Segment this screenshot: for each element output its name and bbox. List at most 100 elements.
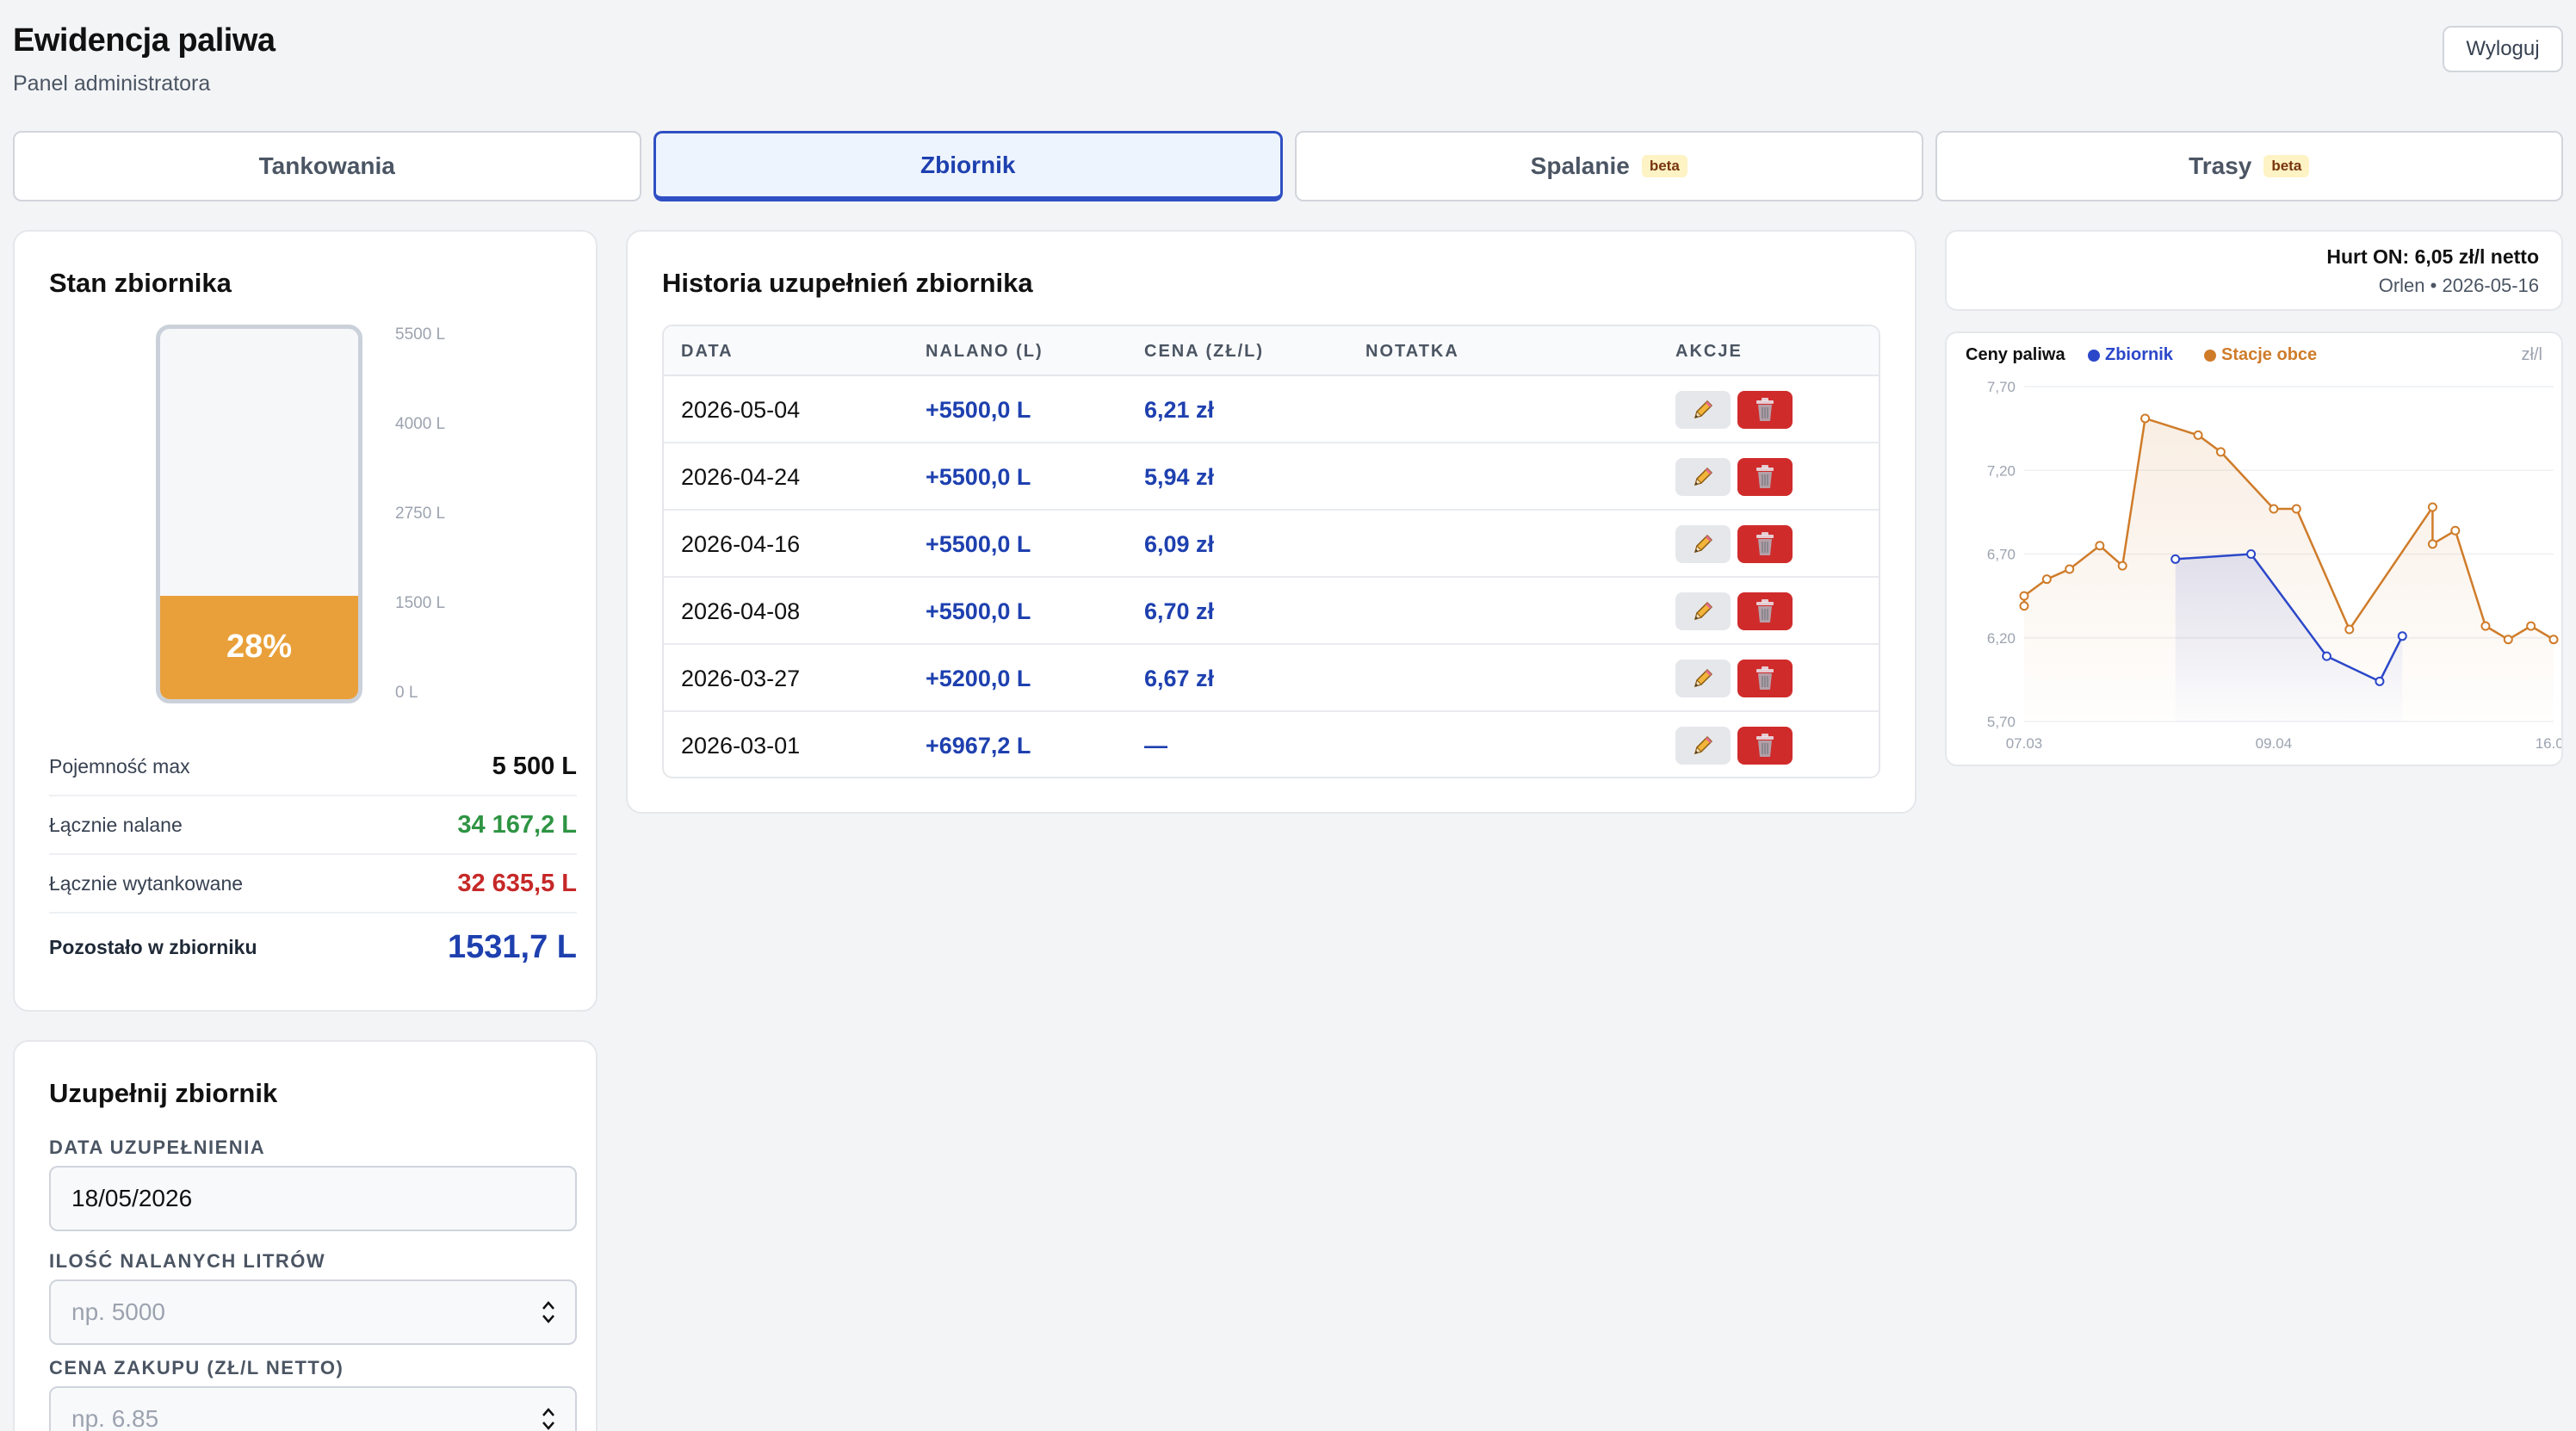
stat-label: Pojemność max (49, 754, 190, 777)
data-point (2427, 502, 2437, 512)
delete-button[interactable] (1737, 458, 1793, 496)
cell-price: 6,70 zł (1144, 598, 1215, 624)
delete-button[interactable] (1737, 592, 1793, 630)
data-point (2193, 430, 2203, 440)
pencil-icon (1694, 534, 1713, 554)
delete-button[interactable] (1737, 391, 1793, 429)
table-row: 2026-03-27 +5200,0 L 6,67 zł (664, 645, 1879, 712)
cell-date: 2026-04-08 (681, 598, 801, 624)
tank-status-card: Stan zbiornika 28% 5500 L 4000 L 2750 L … (13, 230, 598, 1012)
stat-remaining: Pozostało w zbiorniku 1531,7 L (49, 914, 577, 981)
refill-form-card: Uzupełnij zbiornik DATA UZUPEŁNIENIA 18/… (13, 1040, 598, 1431)
edit-button[interactable] (1675, 391, 1731, 429)
price-field[interactable]: np. 6.85 (49, 1386, 577, 1431)
cell-price: 6,67 zł (1144, 665, 1215, 691)
date-field[interactable]: 18/05/2026 (49, 1166, 577, 1231)
data-point (2321, 651, 2331, 661)
data-point (2450, 525, 2461, 536)
fuel-price-chart-card: 7,70 7,20 6,70 6,20 5,70 07.03 09.04 16.05 Ceny… (1945, 331, 2563, 766)
history-title: Historia uzupełnień zbiornika (662, 268, 1033, 298)
pencil-icon (1694, 400, 1713, 419)
price-placeholder: np. 6.85 (71, 1405, 159, 1431)
tank-scale-label: 1500 L (395, 594, 446, 612)
data-point (2397, 631, 2407, 641)
tab-spalanie[interactable]: Spalanie beta (1295, 131, 1923, 201)
liters-field[interactable]: np. 5000 (49, 1279, 577, 1345)
cell-date: 2026-03-01 (681, 732, 801, 759)
column-header: NOTATKA (1365, 341, 1459, 361)
column-header: CENA (ZŁ/L) (1144, 341, 1265, 361)
cell-amount: +5500,0 L (926, 598, 1031, 624)
edit-button[interactable] (1675, 727, 1731, 765)
main-tabs: Tankowania Zbiornik Spalanie beta Trasy … (13, 131, 2563, 201)
tank-scale-label: 4000 L (395, 415, 446, 433)
app-subtitle: Panel administratora (13, 71, 211, 96)
cell-price: 6,21 zł (1144, 396, 1215, 423)
delete-button[interactable] (1737, 660, 1793, 697)
data-point (2246, 549, 2257, 559)
legend-item-zbiornik[interactable]: Zbiornik (2088, 345, 2173, 365)
stat-total-filled: Łącznie nalane 34 167,2 L (49, 796, 577, 855)
cell-date: 2026-03-27 (681, 665, 801, 691)
cell-amount: +6967,2 L (926, 732, 1031, 759)
logout-button[interactable]: Wyloguj (2443, 26, 2563, 72)
pencil-icon (1694, 601, 1713, 621)
edit-button[interactable] (1675, 525, 1731, 563)
data-point (2065, 564, 2075, 574)
table-row: 2026-03-01 +6967,2 L — (664, 712, 1879, 777)
tank-scale-label: 5500 L (395, 325, 446, 344)
trash-icon (1756, 532, 1774, 555)
stat-value: 1531,7 L (448, 928, 577, 965)
stat-label: Łącznie wytankowane (49, 871, 244, 895)
data-point (2140, 413, 2151, 424)
date-field-label: DATA UZUPEŁNIENIA (49, 1137, 266, 1158)
trash-icon (1756, 734, 1774, 757)
edit-button[interactable] (1675, 660, 1731, 697)
cell-price: 5,94 zł (1144, 463, 1215, 490)
stat-capacity-max: Pojemność max 5 500 L (49, 738, 577, 796)
tab-tankowania[interactable]: Tankowania (13, 131, 641, 201)
cell-price: — (1144, 732, 1167, 759)
column-header: DATA (681, 341, 734, 361)
cell-date: 2026-04-16 (681, 530, 801, 557)
data-point (2480, 621, 2491, 631)
cell-date: 2026-05-04 (681, 396, 801, 423)
delete-button[interactable] (1737, 727, 1793, 765)
column-header: AKCJE (1675, 341, 1743, 361)
tank-fill-percent: 28% (226, 629, 293, 666)
stepper-icon[interactable] (541, 1298, 556, 1326)
tab-label: Spalanie (1530, 152, 1630, 179)
edit-button[interactable] (1675, 458, 1731, 496)
tab-label: Trasy (2189, 152, 2252, 179)
edit-button[interactable] (1675, 592, 1731, 630)
data-point (2215, 447, 2226, 457)
legend-item-stacje-obce[interactable]: Stacje obce (2204, 345, 2317, 365)
stepper-icon[interactable] (541, 1405, 556, 1431)
tab-trasy[interactable]: Trasy beta (1935, 131, 2563, 201)
table-row: 2026-04-16 +5500,0 L 6,09 zł (664, 511, 1879, 578)
legend-dot (2088, 349, 2100, 362)
table-row: 2026-04-24 +5500,0 L 5,94 zł (664, 443, 1879, 511)
pencil-icon (1694, 735, 1713, 755)
wholesale-price-card: Hurt ON: 6,05 zł/l netto Orlen • 2026-05… (1945, 230, 2563, 311)
beta-badge: beta (2263, 155, 2310, 177)
data-point (2526, 621, 2536, 631)
app-title: Ewidencja paliwa (13, 22, 276, 59)
tank-title: Stan zbiornika (49, 268, 232, 298)
tab-zbiornik[interactable]: Zbiornik (653, 131, 1283, 201)
cell-amount: +5500,0 L (926, 396, 1031, 423)
data-point (2291, 504, 2301, 514)
data-point (2269, 504, 2279, 514)
delete-button[interactable] (1737, 525, 1793, 563)
stat-value: 34 167,2 L (457, 810, 577, 839)
tank-scale-label: 0 L (395, 684, 418, 702)
x-tick-label: 16.05 (2536, 735, 2561, 752)
wholesale-price: Hurt ON: 6,05 zł/l netto (2326, 245, 2539, 268)
refill-form-title: Uzupełnij zbiornik (49, 1078, 278, 1108)
legend-label: Stacje obce (2221, 345, 2318, 364)
legend-label: Zbiornik (2105, 345, 2173, 364)
cell-amount: +5200,0 L (926, 665, 1031, 691)
stat-value: 32 635,5 L (457, 869, 577, 897)
trash-icon (1756, 599, 1774, 623)
pencil-icon (1694, 668, 1713, 688)
